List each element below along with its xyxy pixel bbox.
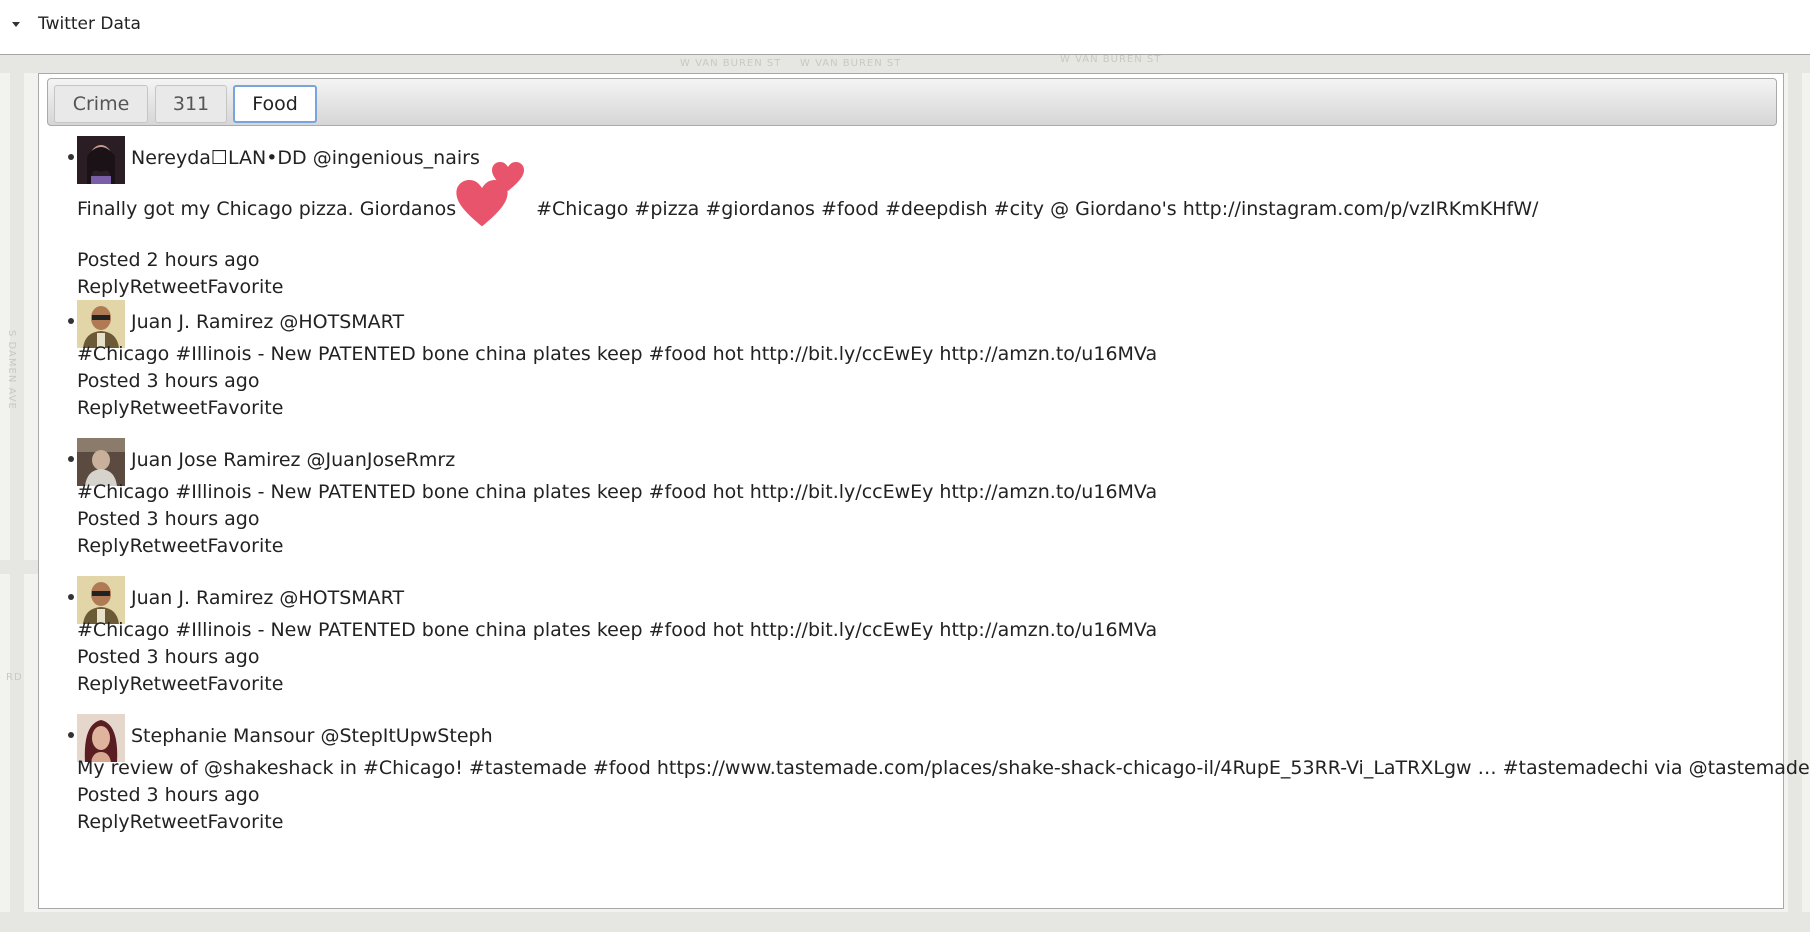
avatar[interactable]	[77, 300, 125, 348]
avatar[interactable]	[77, 576, 125, 624]
tweet-timestamp: Posted 3 hours ago	[77, 784, 260, 806]
tweet-actions: ReplyRetweetFavorite	[77, 276, 283, 298]
tweet-text-part: Finally got my Chicago pizza. Giordanos	[77, 198, 457, 220]
retweet-link[interactable]: Retweet	[130, 535, 208, 557]
tweet-text: Finally got my Chicago pizza. Giordanos …	[77, 161, 1539, 226]
tab-crime[interactable]: Crime	[54, 85, 148, 123]
reply-link[interactable]: Reply	[77, 811, 130, 833]
tweet-actions: ReplyRetweetFavorite	[77, 397, 283, 419]
map-street-label: W VAN BUREN ST	[1060, 54, 1162, 65]
hearts-icon	[456, 161, 536, 226]
reply-link[interactable]: Reply	[77, 673, 130, 695]
favorite-link[interactable]: Favorite	[207, 673, 283, 695]
tweet-timestamp: Posted 3 hours ago	[77, 646, 260, 668]
tweet-user[interactable]: Juan Jose Ramirez @JuanJoseRmrz	[131, 449, 455, 471]
bullet	[68, 154, 74, 160]
tab-bar: Crime 311 Food	[47, 78, 1777, 126]
favorite-link[interactable]: Favorite	[207, 397, 283, 419]
tweet-text-part: #Chicago #pizza #giordanos #food #deepdi…	[536, 198, 1539, 220]
avatar[interactable]	[77, 714, 125, 762]
collapse-caret-icon[interactable]	[12, 22, 20, 27]
tweet-user[interactable]: Nereyda☐LAN•DD @ingenious_nairs	[131, 147, 480, 169]
map-street-label: RD	[6, 672, 23, 683]
tab-311[interactable]: 311	[155, 85, 227, 123]
tweet-text: #Chicago #Illinois - New PATENTED bone c…	[77, 481, 1158, 503]
tweet-user[interactable]: Juan J. Ramirez @HOTSMART	[131, 311, 404, 333]
favorite-link[interactable]: Favorite	[207, 276, 283, 298]
map-street-label: W VAN BUREN ST	[800, 58, 902, 69]
bullet	[68, 318, 74, 324]
tweet-user[interactable]: Stephanie Mansour @StepItUpwSteph	[131, 725, 493, 747]
bullet	[68, 594, 74, 600]
map-street-label: W VAN BUREN ST	[680, 58, 782, 69]
tweet-actions: ReplyRetweetFavorite	[77, 673, 283, 695]
tweet-timestamp: Posted 3 hours ago	[77, 370, 260, 392]
twitter-panel: Crime 311 Food Nereyda☐LAN•DD @ingenious…	[38, 73, 1810, 909]
avatar[interactable]	[77, 438, 125, 486]
favorite-link[interactable]: Favorite	[207, 811, 283, 833]
tweet-user[interactable]: Juan J. Ramirez @HOTSMART	[131, 587, 404, 609]
panel-title: Twitter Data	[38, 14, 141, 34]
favorite-link[interactable]: Favorite	[207, 535, 283, 557]
tweet-timestamp: Posted 2 hours ago	[77, 249, 260, 271]
tweet-actions: ReplyRetweetFavorite	[77, 811, 283, 833]
reply-link[interactable]: Reply	[77, 535, 130, 557]
map-street-label: S DAMEN AVE	[6, 330, 17, 410]
retweet-link[interactable]: Retweet	[130, 276, 208, 298]
retweet-link[interactable]: Retweet	[130, 673, 208, 695]
tweet-actions: ReplyRetweetFavorite	[77, 535, 283, 557]
bullet	[68, 732, 74, 738]
bullet	[68, 456, 74, 462]
avatar[interactable]	[77, 136, 125, 184]
retweet-link[interactable]: Retweet	[130, 397, 208, 419]
header-bar: Twitter Data	[0, 0, 1810, 55]
tweet-text: #Chicago #Illinois - New PATENTED bone c…	[77, 343, 1158, 365]
reply-link[interactable]: Reply	[77, 397, 130, 419]
tab-food[interactable]: Food	[233, 85, 317, 123]
reply-link[interactable]: Reply	[77, 276, 130, 298]
tweet-text: #Chicago #Illinois - New PATENTED bone c…	[77, 619, 1158, 641]
tweet-text: My review of @shakeshack in #Chicago! #t…	[77, 757, 1810, 779]
tweet-timestamp: Posted 3 hours ago	[77, 508, 260, 530]
retweet-link[interactable]: Retweet	[130, 811, 208, 833]
